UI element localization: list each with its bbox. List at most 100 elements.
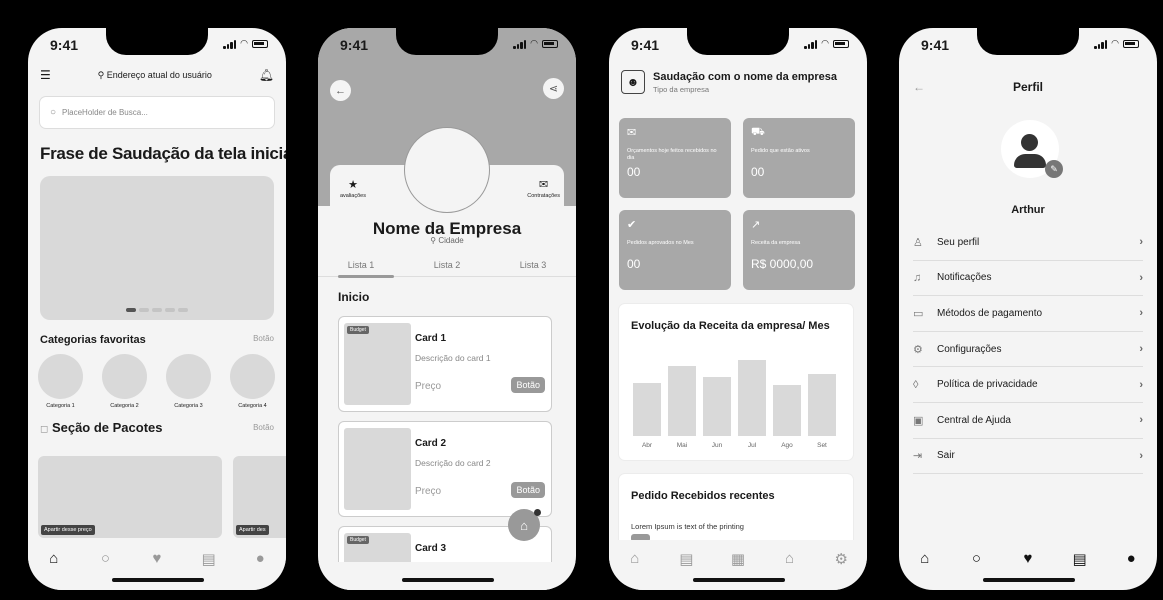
chart-bar [703, 377, 731, 436]
packages-button[interactable]: Botão [253, 423, 274, 432]
home-screen: 9:41 ◠ ☰ ⚲ Endereço atual do usuário 🔔︎ … [28, 28, 286, 590]
bell-icon[interactable]: 🔔︎ [259, 68, 274, 82]
banner-carousel[interactable] [40, 176, 274, 320]
user-icon[interactable]: ● [1120, 550, 1142, 567]
avatar[interactable]: ✎ [1001, 120, 1063, 178]
address[interactable]: ⚲ Endereço atual do usuário [98, 70, 212, 81]
x-tick-label: Set [817, 442, 827, 449]
company-avatar [404, 127, 490, 213]
tab-indicator [338, 275, 394, 278]
profile-screen: 9:41 ◠ ← Perfil ✎ Arthur ♙ Seu perfil › ♫ N… [899, 28, 1157, 590]
status-time: 9:41 [631, 37, 660, 53]
tab-lista-2[interactable]: Lista 2 [434, 260, 461, 270]
home-indicator [112, 578, 204, 582]
home-indicator [402, 578, 494, 582]
wifi-icon: ◠ [530, 38, 538, 48]
x-tick-label: Abr [641, 442, 653, 449]
cart-icon: ⛟ [751, 126, 765, 138]
categories-button[interactable]: Botão [253, 334, 274, 346]
cart-button[interactable]: ⌂ [508, 509, 541, 541]
carousel-dots[interactable] [126, 308, 188, 312]
menu-item-configuracoes[interactable]: ⚙ Configurações › [913, 332, 1143, 368]
search-icon: ○ [50, 107, 57, 118]
signal-icon [223, 39, 237, 49]
product-card[interactable]: Card 2 Descrição do card 2 Preço Botão [338, 421, 552, 517]
status-icons: ◠ [513, 38, 558, 49]
chevron-right-icon: › [1139, 236, 1143, 249]
chevron-right-icon: › [1139, 378, 1143, 391]
card-button[interactable]: Botão [511, 377, 545, 393]
ratings[interactable]: ★ avaliações [340, 178, 366, 199]
chart-bar [668, 365, 696, 436]
stat-card[interactable]: ✉ Orçamentos hoje feitos recebidos no di… [619, 118, 731, 198]
tab-lista-1[interactable]: Lista 1 [348, 260, 375, 270]
heart-icon[interactable]: ♥ [146, 550, 168, 567]
bell-icon: ♫ [913, 271, 922, 284]
home-indicator [983, 578, 1075, 582]
category-item[interactable]: Categoria 1 [38, 354, 83, 409]
store-icon[interactable]: ⌂ [779, 550, 801, 567]
category-item[interactable]: Categoria 3 [166, 354, 211, 409]
share-button[interactable]: ⋖ [543, 78, 564, 99]
product-card[interactable]: Budget Card 1 Descrição do card 1 Preço … [338, 316, 552, 412]
stat-card[interactable]: ⛟ Pedido que estão ativos 00 [743, 118, 855, 198]
menu-item-notificacoes[interactable]: ♫ Notificações › [913, 261, 1143, 297]
hires[interactable]: ✉ Contratações [527, 178, 560, 199]
package-card[interactable]: Apartir des [233, 456, 286, 538]
bottom-area [318, 562, 576, 590]
menu-item-seu-perfil[interactable]: ♙ Seu perfil › [913, 225, 1143, 261]
home-icon[interactable]: ⌂ [624, 550, 646, 567]
status-icons: ◠ [804, 38, 849, 49]
calendar-icon[interactable]: ▦ [727, 550, 749, 568]
document-icon[interactable]: ▤ [1069, 550, 1091, 568]
back-arrow-icon: ← [335, 84, 346, 97]
menu-item-pagamento[interactable]: ▭ Métodos de pagamento › [913, 296, 1143, 332]
budget-badge: Budget [347, 536, 369, 544]
notch [977, 28, 1079, 55]
chart-bar [738, 360, 766, 436]
location-icon: ⚲ [430, 236, 437, 245]
mail-icon: ✉ [539, 179, 549, 191]
company-icon: ☻ [621, 70, 645, 94]
chevron-right-icon: › [1139, 449, 1143, 462]
wifi-icon: ◠ [1111, 38, 1119, 48]
search-tab-icon[interactable]: ○ [965, 550, 987, 567]
status-time: 9:41 [921, 37, 950, 53]
check-icon: ✔ [627, 219, 637, 231]
chevron-right-icon: › [1139, 343, 1143, 356]
battery-icon [1123, 39, 1139, 48]
document-icon[interactable]: ▤ [198, 550, 220, 568]
stat-card[interactable]: ↗ Receita da empresa R$ 0000,00 [743, 210, 855, 290]
chart-bar [773, 384, 801, 436]
menu-item-ajuda[interactable]: ▣ Central de Ajuda › [913, 403, 1143, 439]
menu-item-sair[interactable]: ⇥ Sair › [913, 439, 1143, 475]
recent-item[interactable]: Lorem Ipsum is text of the printing [631, 522, 744, 531]
user-icon[interactable]: ● [249, 550, 271, 567]
tab-lista-3[interactable]: Lista 3 [520, 260, 547, 270]
package-card[interactable]: Apartir desse preço [38, 456, 222, 538]
company-city: ⚲ Cidade [430, 236, 464, 245]
menu-icon[interactable]: ☰ [40, 68, 51, 82]
search-input[interactable]: ○ PlaceHolder de Busca... [40, 97, 274, 128]
stat-card[interactable]: ✔ Pedidos aprovados no Mes 00 [619, 210, 731, 290]
signal-icon [804, 39, 818, 49]
card-button[interactable]: Botão [511, 482, 545, 498]
status-icons: ◠ [223, 38, 268, 49]
document-icon[interactable]: ▤ [675, 550, 697, 568]
search-tab-icon[interactable]: ○ [94, 550, 116, 567]
logout-icon: ⇥ [913, 450, 923, 463]
notch [106, 28, 208, 55]
back-button[interactable]: ← [330, 80, 351, 101]
edit-icon[interactable]: ✎ [1045, 160, 1063, 178]
home-icon[interactable]: ⌂ [914, 550, 936, 567]
chevron-right-icon: › [1139, 271, 1143, 284]
category-item[interactable]: Categoria 4 [230, 354, 275, 409]
battery-icon [542, 39, 558, 48]
tab-bar: ⌂ ○ ♥ ▤ ● [899, 540, 1157, 590]
heart-icon[interactable]: ♥ [1017, 550, 1039, 567]
gear-icon: ⚙ [913, 343, 923, 356]
gear-icon[interactable]: ⚙ [830, 550, 852, 568]
menu-item-privacidade[interactable]: ◊ Política de privacidade › [913, 367, 1143, 403]
category-item[interactable]: Categoria 2 [102, 354, 147, 409]
home-icon[interactable]: ⌂ [43, 550, 65, 567]
